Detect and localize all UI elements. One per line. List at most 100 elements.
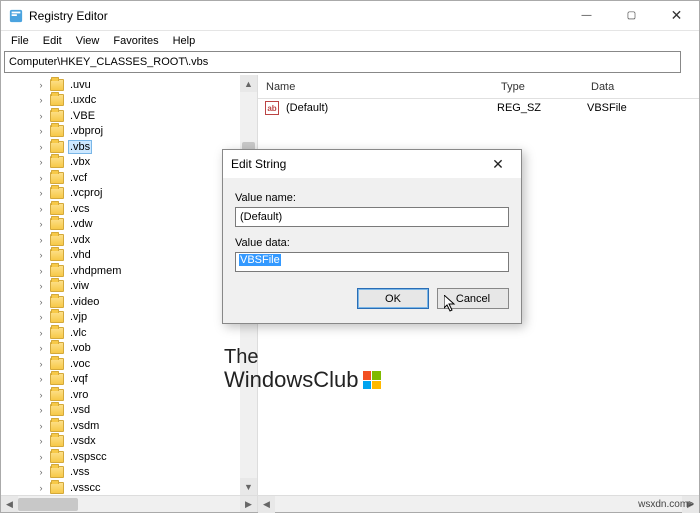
expand-icon[interactable]: › xyxy=(36,405,46,415)
folder-icon xyxy=(50,404,64,416)
list-header[interactable]: Name Type Data xyxy=(258,75,699,99)
folder-icon xyxy=(50,203,64,215)
expand-icon[interactable]: › xyxy=(36,142,46,152)
expand-icon[interactable]: › xyxy=(36,343,46,353)
menu-view[interactable]: View xyxy=(70,33,106,49)
tree-item-label: .vbx xyxy=(68,156,92,168)
tree-item-label: .vdx xyxy=(68,234,92,246)
scroll-left-icon[interactable]: ◀ xyxy=(1,496,18,513)
tree-item[interactable]: › .vsdx xyxy=(36,434,257,450)
window-title: Registry Editor xyxy=(29,9,564,23)
tree-item[interactable]: ›.uvu xyxy=(36,77,257,93)
expand-icon[interactable]: › xyxy=(36,390,46,400)
scroll-up-icon[interactable]: ▲ xyxy=(240,75,257,92)
column-data[interactable]: Data xyxy=(583,81,699,93)
folder-icon xyxy=(50,342,64,354)
value-name-label: Value name: xyxy=(235,192,509,204)
expand-icon[interactable]: › xyxy=(36,436,46,446)
scroll-right-icon[interactable]: ▶ xyxy=(240,496,257,513)
tree-item[interactable]: ›.vsscc xyxy=(36,480,257,495)
folder-icon xyxy=(50,420,64,432)
expand-icon[interactable]: › xyxy=(36,452,46,462)
expand-icon[interactable]: › xyxy=(36,483,46,493)
value-name-field[interactable] xyxy=(235,207,509,227)
expand-icon[interactable]: › xyxy=(36,80,46,90)
expand-icon[interactable]: › xyxy=(36,266,46,276)
address-bar[interactable]: Computer\HKEY_CLASSES_ROOT\.vbs xyxy=(4,51,681,73)
list-row[interactable]: ab (Default) REG_SZ VBSFile xyxy=(258,99,699,117)
tree-item[interactable]: ›.vlc xyxy=(36,325,257,341)
expand-icon[interactable]: › xyxy=(36,467,46,477)
folder-icon xyxy=(50,435,64,447)
expand-icon[interactable]: › xyxy=(36,281,46,291)
tree-item[interactable]: › .vsd xyxy=(36,403,257,419)
value-type-cell: REG_SZ xyxy=(495,102,585,114)
list-horizontal-scrollbar[interactable]: ◀ ▶ xyxy=(258,495,699,512)
tree-scroll[interactable]: ›.uvu›.uxdc›.VBE›.vbproj›.vbs›.vbx›.vcf›… xyxy=(1,75,257,495)
expand-icon[interactable]: › xyxy=(36,219,46,229)
folder-icon xyxy=(50,280,64,292)
expand-icon[interactable]: › xyxy=(36,312,46,322)
maximize-button[interactable]: ▢ xyxy=(609,1,654,31)
app-icon xyxy=(9,9,23,23)
expand-icon[interactable]: › xyxy=(36,374,46,384)
tree-item[interactable]: ›.uxdc xyxy=(36,93,257,109)
expand-icon[interactable]: › xyxy=(36,173,46,183)
expand-icon[interactable]: › xyxy=(36,204,46,214)
watermark-line2: WindowsClub xyxy=(224,368,359,392)
expand-icon[interactable]: › xyxy=(36,250,46,260)
folder-icon xyxy=(50,265,64,277)
tree-item-label: .vjp xyxy=(68,311,89,323)
expand-icon[interactable]: › xyxy=(36,95,46,105)
menu-help[interactable]: Help xyxy=(167,33,202,49)
scroll-track[interactable] xyxy=(275,496,682,513)
tree-item[interactable]: ›.vbproj xyxy=(36,124,257,140)
expand-icon[interactable]: › xyxy=(36,328,46,338)
tree-item-label: .vsdx xyxy=(68,435,98,447)
tree-horizontal-scrollbar[interactable]: ◀ ▶ xyxy=(1,495,257,512)
value-name-cell: (Default) xyxy=(284,102,495,114)
menu-file[interactable]: File xyxy=(5,33,35,49)
close-button[interactable]: ✕ xyxy=(654,1,699,31)
dialog-close-button[interactable]: ✕ xyxy=(483,156,513,173)
tree-item[interactable]: › .vss xyxy=(36,465,257,481)
tree-item[interactable]: ›.vsdm xyxy=(36,418,257,434)
address-text: Computer\HKEY_CLASSES_ROOT\.vbs xyxy=(9,56,208,68)
minimize-button[interactable]: — xyxy=(564,1,609,31)
expand-icon[interactable]: › xyxy=(36,421,46,431)
tree-item-label: .vsd xyxy=(68,404,92,416)
expand-icon[interactable]: › xyxy=(36,126,46,136)
menu-favorites[interactable]: Favorites xyxy=(107,33,164,49)
tree-item-label: .vss xyxy=(68,466,92,478)
titlebar[interactable]: Registry Editor — ▢ ✕ xyxy=(1,1,699,31)
tree-item-label: .vcproj xyxy=(68,187,104,199)
folder-icon xyxy=(50,311,64,323)
expand-icon[interactable]: › xyxy=(36,188,46,198)
tree-item[interactable]: ›.VBE xyxy=(36,108,257,124)
expand-icon[interactable]: › xyxy=(36,157,46,167)
tree-item[interactable]: ›.vspscc xyxy=(36,449,257,465)
expand-icon[interactable]: › xyxy=(36,297,46,307)
dialog-titlebar[interactable]: Edit String ✕ xyxy=(223,150,521,178)
expand-icon[interactable]: › xyxy=(36,235,46,245)
expand-icon[interactable]: › xyxy=(36,359,46,369)
value-data-field[interactable] xyxy=(235,252,509,272)
folder-icon xyxy=(50,79,64,91)
folder-icon xyxy=(50,296,64,308)
scroll-thumb[interactable] xyxy=(18,498,78,511)
cancel-button[interactable]: Cancel xyxy=(437,288,509,309)
menubar: File Edit View Favorites Help xyxy=(1,31,699,50)
watermark: The WindowsClub xyxy=(224,346,381,392)
expand-icon[interactable]: › xyxy=(36,111,46,121)
tree-item-label: .vhd xyxy=(68,249,93,261)
menu-edit[interactable]: Edit xyxy=(37,33,68,49)
column-name[interactable]: Name xyxy=(258,81,493,93)
ok-button[interactable]: OK xyxy=(357,288,429,309)
scroll-left-icon[interactable]: ◀ xyxy=(258,496,275,513)
tree-item-label: .vcf xyxy=(68,172,89,184)
scroll-down-icon[interactable]: ▼ xyxy=(240,478,257,495)
column-type[interactable]: Type xyxy=(493,81,583,93)
folder-icon xyxy=(50,187,64,199)
scroll-track[interactable] xyxy=(18,496,240,513)
folder-icon xyxy=(50,172,64,184)
